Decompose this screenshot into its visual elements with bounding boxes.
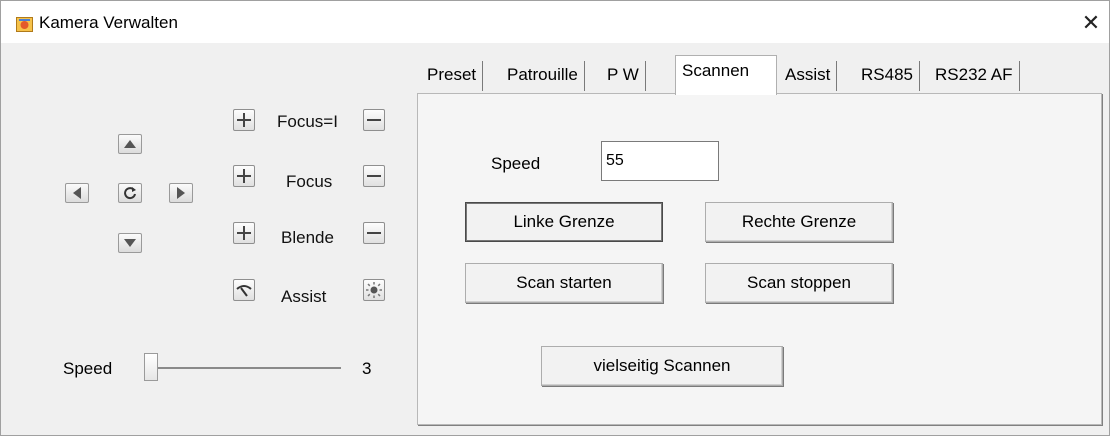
arrow-up-icon (124, 140, 136, 148)
zoom-plus-button[interactable] (233, 109, 255, 131)
ptz-left-button[interactable] (65, 183, 89, 203)
light-icon (366, 282, 382, 298)
plus-icon (237, 226, 251, 240)
plus-icon (237, 113, 251, 127)
arrow-left-icon (73, 187, 81, 199)
zoom-minus-button[interactable] (363, 109, 385, 131)
tab-assist[interactable]: Assist (779, 61, 838, 91)
arrow-down-icon (124, 239, 136, 247)
window-title: Kamera Verwalten (39, 13, 178, 32)
speed-slider-thumb[interactable] (144, 353, 158, 381)
multi-scan-button[interactable]: vielseitig Scannen (541, 346, 783, 386)
light-button[interactable] (363, 279, 385, 301)
title-bar: Kamera Verwalten ✕ (1, 1, 1109, 43)
plus-icon (237, 169, 251, 183)
ptz-center-button[interactable] (118, 183, 142, 203)
refresh-icon (124, 187, 136, 200)
wiper-icon (236, 285, 252, 297)
focus-minus-button[interactable] (363, 165, 385, 187)
tab-patrouille[interactable]: Patrouille (501, 61, 585, 91)
iris-label: Blende (281, 228, 334, 247)
tab-scannen[interactable]: Scannen (675, 55, 777, 95)
minus-icon (367, 232, 381, 234)
scan-speed-input[interactable] (601, 141, 719, 181)
tab-rs232-af[interactable]: RS232 AF (929, 61, 1020, 91)
scan-stop-button[interactable]: Scan stoppen (705, 263, 893, 303)
speed-label: Speed (63, 359, 113, 378)
ptz-right-button[interactable] (169, 183, 193, 203)
left-limit-button[interactable]: Linke Grenze (465, 202, 663, 242)
ptz-up-button[interactable] (118, 134, 142, 154)
focus-i-label: Focus=I (277, 112, 338, 131)
tab-pw[interactable]: P W (601, 61, 646, 91)
minus-icon (367, 119, 381, 121)
minus-icon (367, 175, 381, 177)
scan-start-button[interactable]: Scan starten (465, 263, 663, 303)
iris-plus-button[interactable] (233, 222, 255, 244)
assist-label: Assist (281, 287, 327, 306)
iris-minus-button[interactable] (363, 222, 385, 244)
ptz-down-button[interactable] (118, 233, 142, 253)
focus-plus-button[interactable] (233, 165, 255, 187)
tab-preset[interactable]: Preset (421, 61, 484, 91)
right-limit-button[interactable]: Rechte Grenze (705, 202, 893, 242)
speed-value: 3 (362, 359, 372, 378)
wiper-button[interactable] (233, 279, 255, 301)
focus-label: Focus (286, 172, 333, 191)
speed-slider-track[interactable] (151, 367, 341, 369)
scan-speed-label: Speed (491, 154, 541, 173)
arrow-right-icon (177, 187, 185, 199)
close-button[interactable]: ✕ (1077, 9, 1105, 37)
app-icon (16, 17, 33, 32)
camera-manage-window: Kamera Verwalten ✕ Focus=I Focus Blende (0, 0, 1110, 436)
tab-rs485[interactable]: RS485 (855, 61, 920, 91)
